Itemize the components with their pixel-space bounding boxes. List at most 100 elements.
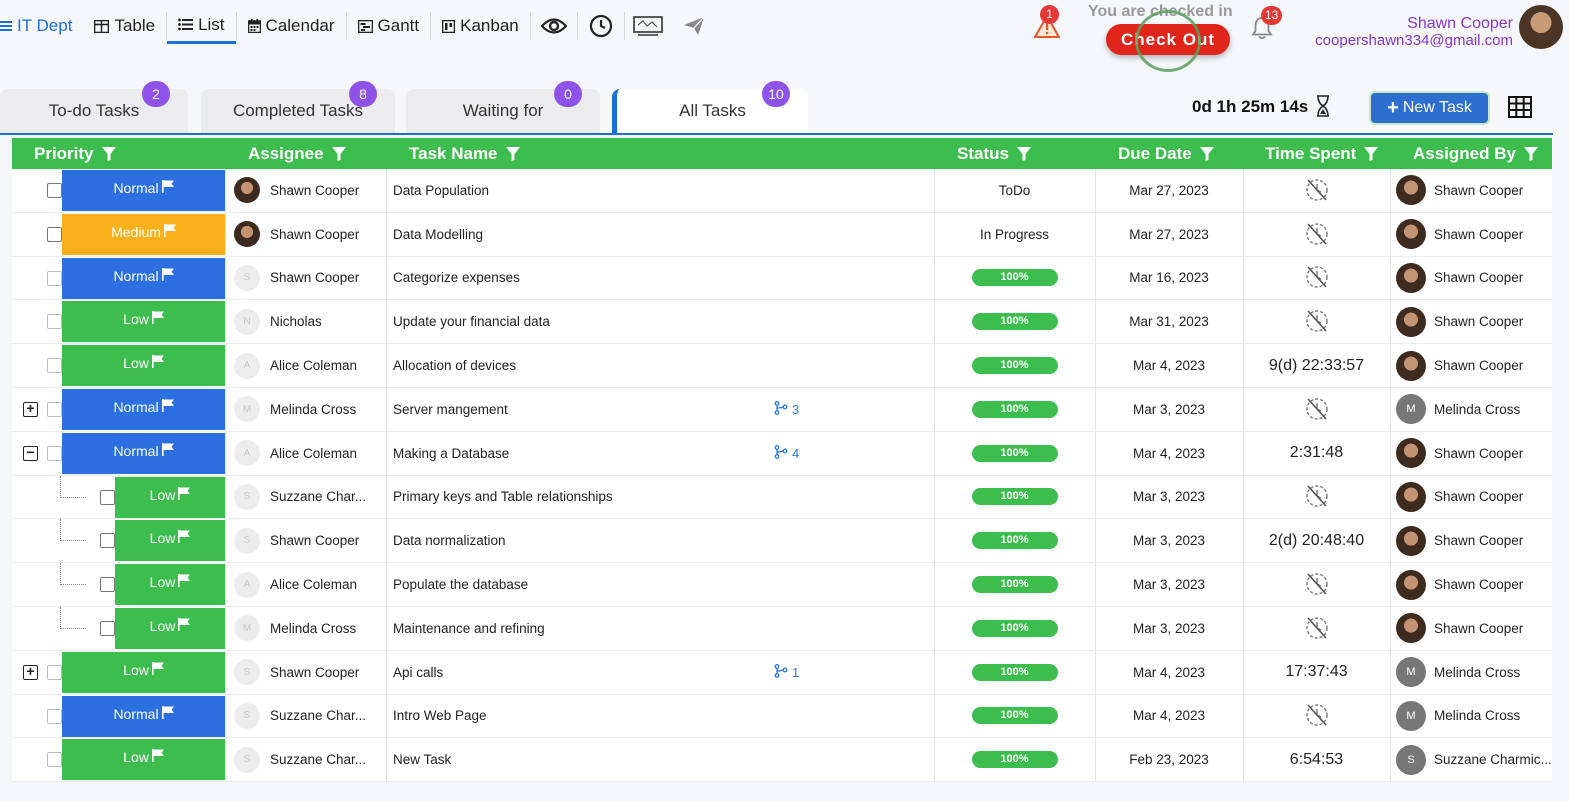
table-row[interactable]: Medium Shawn Cooper Data Modelling In Progr… bbox=[12, 212, 1552, 257]
filter-icon[interactable] bbox=[1364, 146, 1379, 161]
row-checkbox[interactable] bbox=[47, 708, 62, 724]
priority-badge[interactable]: Normal bbox=[62, 170, 225, 211]
priority-badge[interactable]: Low bbox=[115, 564, 225, 606]
tab-all-tasks[interactable]: All Tasks 10 bbox=[612, 81, 808, 133]
tab-waiting-for[interactable]: Waiting for 0 bbox=[406, 81, 600, 133]
row-checkbox[interactable] bbox=[47, 226, 62, 242]
view-tab-list[interactable]: List bbox=[167, 8, 236, 44]
assignee-cell[interactable]: A Alice Coleman bbox=[234, 563, 357, 606]
assignee-cell[interactable]: N Nicholas bbox=[234, 300, 322, 343]
status-cell[interactable]: 100% bbox=[934, 388, 1095, 431]
assignee-cell[interactable]: Shawn Cooper bbox=[234, 213, 359, 256]
table-row[interactable]: Low S Suzzane Char... Primary keys and Tabl… bbox=[12, 475, 1552, 520]
priority-badge[interactable]: Low bbox=[62, 345, 225, 387]
due-date[interactable]: Mar 3, 2023 bbox=[1095, 563, 1243, 606]
filter-icon[interactable] bbox=[1016, 146, 1031, 161]
time-button[interactable] bbox=[578, 8, 624, 44]
filter-icon[interactable] bbox=[101, 146, 116, 161]
due-date[interactable]: Mar 3, 2023 bbox=[1095, 476, 1243, 519]
collapse-subtasks-button[interactable]: − bbox=[23, 445, 38, 461]
due-date[interactable]: Mar 3, 2023 bbox=[1095, 519, 1243, 562]
column-header-assigned-by[interactable]: Assigned By bbox=[1413, 138, 1538, 169]
filter-icon[interactable] bbox=[1199, 146, 1214, 161]
row-checkbox[interactable] bbox=[100, 577, 115, 593]
row-checkbox[interactable] bbox=[47, 183, 62, 198]
priority-badge[interactable]: Medium bbox=[62, 213, 225, 255]
task-name[interactable]: Populate the database bbox=[393, 563, 528, 606]
table-row[interactable]: Normal Shawn Cooper Data Population ToDo Mar… bbox=[12, 169, 1552, 213]
due-date[interactable]: Mar 27, 2023 bbox=[1095, 213, 1243, 256]
due-date[interactable]: Mar 4, 2023 bbox=[1095, 432, 1243, 475]
table-row[interactable]: Normal S Shawn Cooper Categorize expenses 10… bbox=[12, 256, 1552, 301]
whiteboard-button[interactable] bbox=[625, 8, 671, 44]
column-header-status[interactable]: Status bbox=[957, 138, 1031, 169]
subtask-count[interactable]: 3 bbox=[774, 388, 799, 431]
column-header-assignee[interactable]: Assignee bbox=[248, 138, 346, 169]
assignee-cell[interactable]: S Suzzane Char... bbox=[234, 738, 366, 781]
priority-badge[interactable]: Normal bbox=[62, 695, 225, 737]
status-cell[interactable]: 100% bbox=[934, 651, 1095, 694]
task-name[interactable]: Update your financial data bbox=[393, 300, 550, 343]
row-checkbox[interactable] bbox=[47, 664, 62, 680]
assignee-cell[interactable]: S Shawn Cooper bbox=[234, 257, 359, 300]
subtask-count[interactable]: 4 bbox=[774, 432, 799, 475]
expand-subtasks-button[interactable]: + bbox=[23, 401, 38, 417]
table-row[interactable]: Low A Alice Coleman Allocation of devices 10… bbox=[12, 344, 1552, 388]
task-name[interactable]: Primary keys and Table relationships bbox=[393, 476, 613, 519]
task-name[interactable]: Api calls bbox=[393, 651, 443, 694]
expand-subtasks-button[interactable]: + bbox=[23, 664, 38, 680]
row-checkbox[interactable] bbox=[100, 533, 115, 549]
column-header-due-date[interactable]: Due Date bbox=[1118, 138, 1214, 169]
task-name[interactable]: Data Modelling bbox=[393, 213, 483, 256]
task-name[interactable]: Intro Web Page bbox=[393, 695, 487, 738]
assignee-cell[interactable]: Shawn Cooper bbox=[234, 169, 359, 212]
column-settings-button[interactable] bbox=[1508, 96, 1532, 123]
tab-completed-tasks[interactable]: Completed Tasks 8 bbox=[201, 81, 395, 133]
due-date[interactable]: Mar 3, 2023 bbox=[1095, 388, 1243, 431]
filter-icon[interactable] bbox=[331, 146, 346, 161]
due-date[interactable]: Feb 23, 2023 bbox=[1095, 738, 1243, 781]
assignee-cell[interactable]: M Melinda Cross bbox=[234, 388, 356, 431]
row-checkbox[interactable] bbox=[47, 401, 62, 417]
task-name[interactable]: Server mangement bbox=[393, 388, 508, 431]
due-date[interactable]: Mar 4, 2023 bbox=[1095, 695, 1243, 738]
row-checkbox[interactable] bbox=[47, 445, 62, 461]
priority-badge[interactable]: Low bbox=[62, 301, 225, 343]
due-date[interactable]: Mar 31, 2023 bbox=[1095, 300, 1243, 343]
priority-badge[interactable]: Normal bbox=[62, 432, 225, 474]
status-cell[interactable]: 100% bbox=[934, 563, 1095, 606]
task-name[interactable]: Maintenance and refining bbox=[393, 607, 545, 650]
view-tab-calendar[interactable]: Calendar bbox=[237, 8, 346, 44]
status-cell[interactable]: ToDo bbox=[934, 169, 1095, 212]
row-checkbox[interactable] bbox=[100, 620, 115, 636]
status-cell[interactable]: 100% bbox=[934, 738, 1095, 781]
table-row[interactable]: Low M Melinda Cross Maintenance and refinin… bbox=[12, 606, 1552, 651]
status-cell[interactable]: 100% bbox=[934, 607, 1095, 650]
user-name[interactable]: Shawn Cooper bbox=[1407, 15, 1513, 33]
column-header-time-spent[interactable]: Time Spent bbox=[1265, 138, 1379, 169]
user-avatar[interactable] bbox=[1519, 5, 1563, 49]
subtask-count[interactable]: 1 bbox=[774, 651, 799, 694]
due-date[interactable]: Mar 16, 2023 bbox=[1095, 257, 1243, 300]
dept-selector[interactable]: IT Dept bbox=[0, 8, 83, 44]
table-row[interactable]: + Low S Shawn Cooper Api calls 1 100% Mar 4, 20… bbox=[12, 650, 1552, 695]
assignee-cell[interactable]: S Suzzane Char... bbox=[234, 476, 366, 519]
status-cell[interactable]: 100% bbox=[934, 300, 1095, 343]
table-row[interactable]: − Normal A Alice Coleman Making a Database 4 1… bbox=[12, 431, 1552, 476]
assignee-cell[interactable]: S Shawn Cooper bbox=[234, 519, 359, 562]
due-date[interactable]: Mar 4, 2023 bbox=[1095, 344, 1243, 387]
task-name[interactable]: Data normalization bbox=[393, 519, 506, 562]
status-cell[interactable]: 100% bbox=[934, 695, 1095, 738]
table-row[interactable]: Low S Shawn Cooper Data normalization 100% Ma… bbox=[12, 519, 1552, 564]
status-cell[interactable]: 100% bbox=[934, 344, 1095, 387]
table-row[interactable]: Low N Nicholas Update your financial data 10… bbox=[12, 300, 1552, 345]
status-cell[interactable]: 100% bbox=[934, 432, 1095, 475]
due-date[interactable]: Mar 4, 2023 bbox=[1095, 651, 1243, 694]
column-header-priority[interactable]: Priority bbox=[34, 138, 116, 169]
task-name[interactable]: Data Population bbox=[393, 169, 489, 212]
assignee-cell[interactable]: M Melinda Cross bbox=[234, 607, 356, 650]
task-name[interactable]: Allocation of devices bbox=[393, 344, 516, 387]
task-name[interactable]: New Task bbox=[393, 738, 451, 781]
assignee-cell[interactable]: S Shawn Cooper bbox=[234, 651, 359, 694]
filter-icon[interactable] bbox=[505, 146, 520, 161]
